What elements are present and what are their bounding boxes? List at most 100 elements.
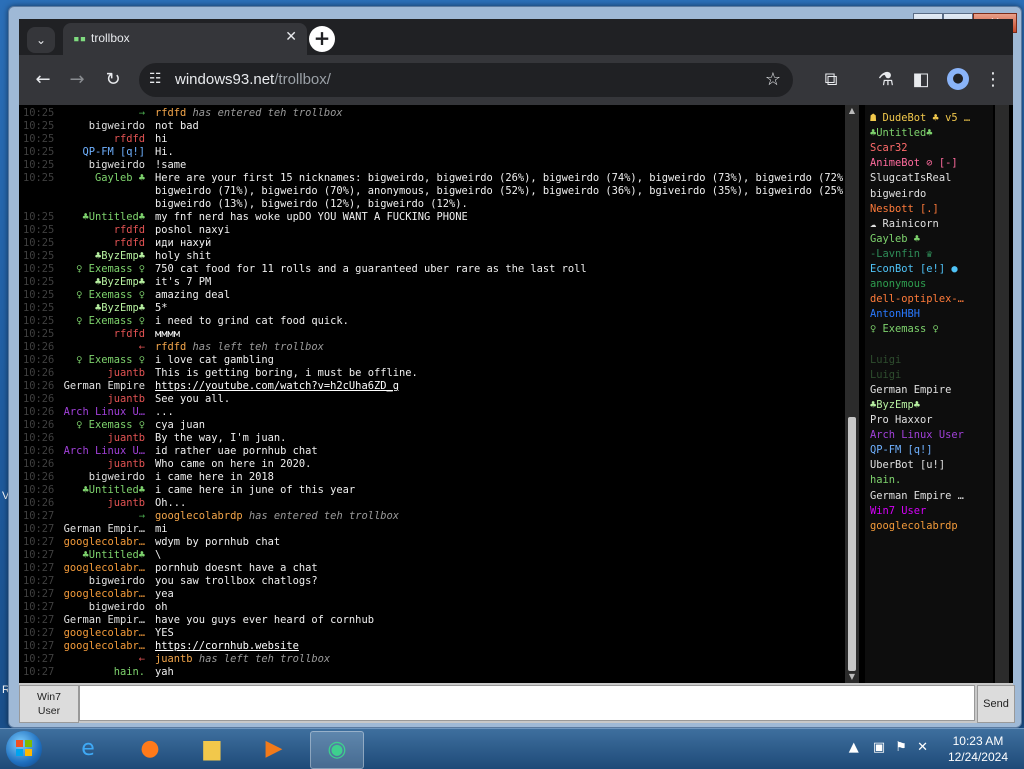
system-message-nick[interactable]: rfdfd xyxy=(155,341,186,353)
message-nick[interactable]: bigweirdo xyxy=(59,120,145,133)
user-list-item[interactable]: German Empire … xyxy=(870,489,990,504)
message-nick[interactable]: juantb xyxy=(59,497,145,510)
message-nick[interactable]: ♀ Exemass ♀ xyxy=(59,315,145,328)
user-list-item[interactable]: Nesbott [.] xyxy=(870,202,990,217)
user-list-item[interactable]: ♣Untitled♣ xyxy=(870,126,990,141)
scroll-down-icon[interactable]: ▼ xyxy=(845,671,859,683)
user-list-item[interactable]: Scar32 xyxy=(870,141,990,156)
user-list-item[interactable]: Gayleb ♣ xyxy=(870,232,990,247)
message-nick[interactable]: ♀ Exemass ♀ xyxy=(59,354,145,367)
firefox-icon[interactable]: ● xyxy=(124,731,176,767)
message-nick[interactable]: bigweirdo xyxy=(59,159,145,172)
user-list-scrollbar[interactable] xyxy=(995,105,1009,683)
message-nick[interactable]: bigweirdo xyxy=(59,601,145,614)
system-message-nick[interactable]: googlecolabrdp xyxy=(155,510,243,522)
user-list-item[interactable]: ♀ Exemass ♀ xyxy=(870,322,990,337)
chat-scrollbar[interactable]: ▲ ▼ xyxy=(845,105,859,683)
user-list-item[interactable]: SlugcatIsReal xyxy=(870,171,990,186)
user-list-item[interactable]: Pro Haxxor xyxy=(870,413,990,428)
user-list-item[interactable]: EconBot [e!] ● xyxy=(870,262,990,277)
message-nick[interactable]: → xyxy=(59,510,145,523)
user-list-item[interactable]: bigweirdo xyxy=(870,187,990,202)
star-icon[interactable]: ☆ xyxy=(765,69,781,90)
system-message-nick[interactable]: juantb xyxy=(155,653,193,665)
plus-icon[interactable]: + xyxy=(309,26,335,52)
arrow-right-icon[interactable]: → xyxy=(65,68,89,92)
message-nick[interactable]: bigweirdo xyxy=(59,471,145,484)
user-list-item[interactable]: Win7 User xyxy=(870,504,990,519)
message-nick[interactable]: googlecolabr… xyxy=(59,627,145,640)
kebab-menu-icon[interactable]: ⋮ xyxy=(981,68,1005,92)
chevron-down-icon[interactable]: ⌄ xyxy=(27,27,55,53)
user-list-item[interactable]: Luigi xyxy=(870,368,990,383)
flask-icon[interactable]: ⚗ xyxy=(874,68,898,92)
message-nick[interactable]: ♣Untitled♣ xyxy=(59,484,145,497)
internet-explorer-icon[interactable]: e xyxy=(62,731,114,767)
message-nick[interactable]: juantb xyxy=(59,393,145,406)
message-nick[interactable]: ♣ByzEmp♣ xyxy=(59,276,145,289)
user-list-item[interactable]: QP-FM [q!] xyxy=(870,443,990,458)
message-nick[interactable]: ♣Untitled♣ xyxy=(59,211,145,224)
user-list-item[interactable]: googlecolabrdp xyxy=(870,519,990,534)
message-nick[interactable]: googlecolabr… xyxy=(59,562,145,575)
message-nick[interactable]: Arch Linux U… xyxy=(59,406,145,419)
scroll-up-icon[interactable]: ▲ xyxy=(845,105,859,117)
user-list-item[interactable]: ♣ByzEmp♣ xyxy=(870,398,990,413)
message-nick[interactable]: hain. xyxy=(59,666,145,679)
message-nick[interactable]: juantb xyxy=(59,367,145,380)
reload-icon[interactable]: ↻ xyxy=(101,68,125,92)
message-nick[interactable]: rfdfd xyxy=(59,237,145,250)
message-nick[interactable]: ← xyxy=(59,653,145,666)
message-nick[interactable]: ♀ Exemass ♀ xyxy=(59,263,145,276)
message-nick[interactable]: QP-FM [q!] xyxy=(59,146,145,159)
message-nick[interactable]: ♣ByzEmp♣ xyxy=(59,302,145,315)
volume-muted-icon[interactable]: ✕ xyxy=(917,740,928,755)
message-nick[interactable]: googlecolabr… xyxy=(59,588,145,601)
message-link[interactable]: https://cornhub.website xyxy=(155,640,299,652)
message-nick[interactable]: rfdfd xyxy=(59,133,145,146)
chat-scroll-thumb[interactable] xyxy=(848,417,856,671)
user-list-item[interactable]: AntonHBH xyxy=(870,307,990,322)
user-list-item[interactable]: dell-optiplex-… xyxy=(870,292,990,307)
user-list-item[interactable]: Arch Linux User xyxy=(870,428,990,443)
sidepanel-icon[interactable]: ◧ xyxy=(909,68,933,92)
message-nick[interactable]: Gayleb ♣ xyxy=(59,172,145,185)
user-list-item[interactable]: anonymous xyxy=(870,277,990,292)
user-list-item[interactable]: AnimeBot ⊘ [-] xyxy=(870,156,990,171)
user-list-item[interactable]: UberBot [u!] xyxy=(870,458,990,473)
flag-icon[interactable]: ⚑ xyxy=(895,740,907,755)
message-nick[interactable]: German Empir… xyxy=(59,614,145,627)
user-list-item[interactable]: German Empire xyxy=(870,383,990,398)
chat-log[interactable]: 10:25 → rfdfd has entered teh trollbox 10:2… xyxy=(19,105,845,683)
message-nick[interactable]: Arch Linux U… xyxy=(59,445,145,458)
chat-input[interactable] xyxy=(79,685,975,721)
user-list-item[interactable]: -Lavnfin ♛ xyxy=(870,247,990,262)
message-nick[interactable]: rfdfd xyxy=(59,224,145,237)
message-nick[interactable]: juantb xyxy=(59,458,145,471)
message-nick[interactable]: ♣ByzEmp♣ xyxy=(59,250,145,263)
message-nick[interactable]: German Empir… xyxy=(59,523,145,536)
message-nick[interactable]: juantb xyxy=(59,432,145,445)
file-explorer-icon[interactable]: ▆ xyxy=(186,731,238,767)
message-link[interactable]: https://youtube.com/watch?v=h2cUha6ZD_g xyxy=(155,380,399,392)
chrome-app-icon[interactable]: ◉ xyxy=(310,731,364,769)
tab-trollbox[interactable]: ▪▪ trollbox ✕ xyxy=(63,23,307,55)
system-message-nick[interactable]: rfdfd xyxy=(155,107,186,119)
media-player-icon[interactable]: ▶ xyxy=(248,731,300,767)
user-list-item[interactable] xyxy=(870,338,990,353)
message-nick[interactable]: ♣Untitled♣ xyxy=(59,549,145,562)
message-nick[interactable]: German Empire xyxy=(59,380,145,393)
tune-icon[interactable]: ☷ xyxy=(149,71,162,87)
send-button[interactable]: Send xyxy=(977,685,1015,723)
arrow-left-icon[interactable]: ← xyxy=(31,68,55,92)
message-nick[interactable]: ♀ Exemass ♀ xyxy=(59,419,145,432)
puzzle-icon[interactable]: ⧉ xyxy=(819,68,843,92)
message-nick[interactable]: googlecolabr… xyxy=(59,536,145,549)
message-nick[interactable]: bigweirdo xyxy=(59,575,145,588)
user-nickname-button[interactable]: Win7 User xyxy=(19,685,79,723)
network-icon[interactable]: ▣ xyxy=(873,740,885,755)
message-nick[interactable]: rfdfd xyxy=(59,328,145,341)
url-text[interactable]: windows93.net/trollbox/ xyxy=(175,71,331,88)
profile-icon[interactable]: ● xyxy=(947,68,969,90)
address-bar[interactable]: ☷ windows93.net/trollbox/ ☆ xyxy=(139,63,793,97)
